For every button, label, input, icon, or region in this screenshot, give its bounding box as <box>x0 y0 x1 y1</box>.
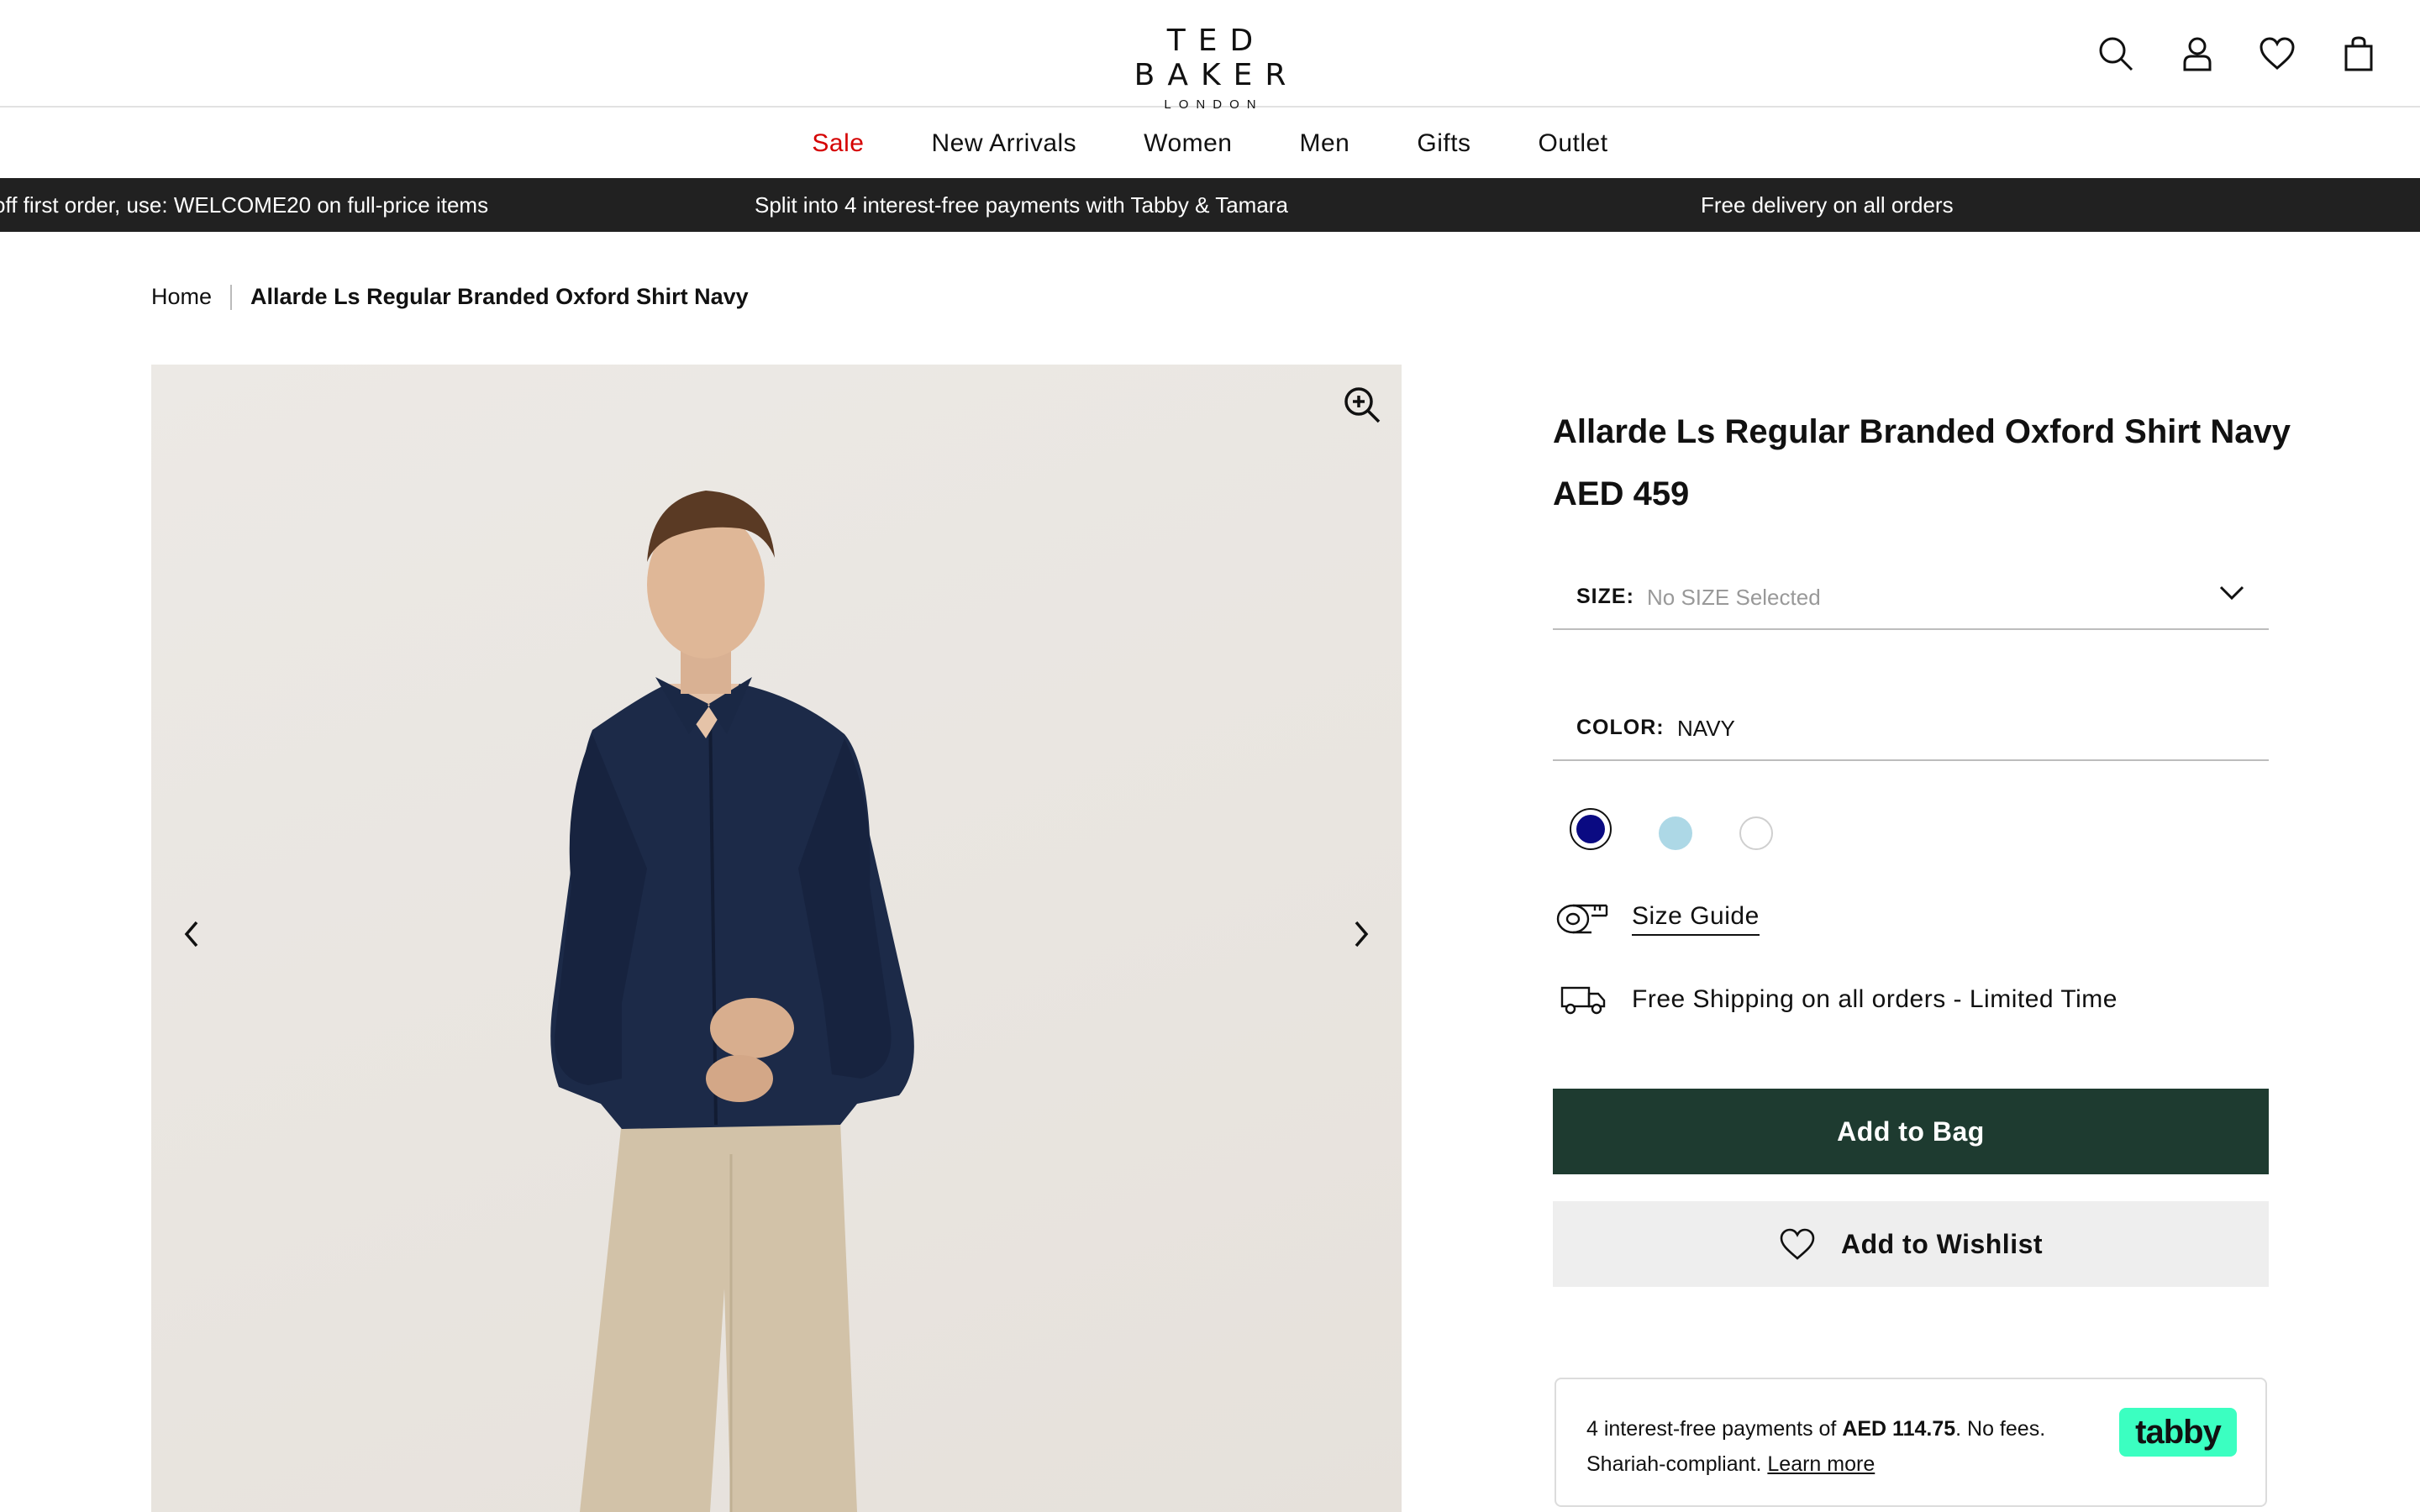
chevron-down-icon <box>2219 585 2244 601</box>
tabby-line1-pre: 4 interest-free payments of <box>1586 1417 1843 1441</box>
promo-message[interactable]: Free delivery on all orders <box>1701 192 1954 218</box>
color-value: NAVY <box>1677 716 1735 741</box>
swatch-navy[interactable] <box>1570 808 1612 850</box>
nav-item-sale[interactable]: Sale <box>812 129 864 158</box>
account-icon[interactable] <box>2177 32 2217 76</box>
shipping-text: Free Shipping on all orders - Limited Ti… <box>1632 985 2118 1013</box>
shipping-row: Free Shipping on all orders - Limited Ti… <box>1553 974 2269 1025</box>
promo-message[interactable]: Split into 4 interest-free payments with… <box>755 192 1288 218</box>
size-select[interactable]: SIZE: No SIZE Selected <box>1553 549 2269 630</box>
nav-item-gifts[interactable]: Gifts <box>1417 129 1470 158</box>
bag-icon[interactable] <box>2338 32 2379 76</box>
size-value: No SIZE Selected <box>1647 585 1821 610</box>
add-to-wishlist-button[interactable]: Add to Wishlist <box>1553 1201 2269 1287</box>
tabby-promo: 4 interest-free payments of AED 114.75. … <box>1555 1378 2267 1507</box>
wishlist-icon[interactable] <box>2257 32 2297 76</box>
zoom-in-icon[interactable] <box>1339 381 1386 428</box>
nav-item-outlet[interactable]: Outlet <box>1539 129 1608 158</box>
swatch-white[interactable] <box>1739 816 1773 850</box>
color-row: COLOR: NAVY <box>1553 680 2269 761</box>
site-header: TED BAKER LONDON <box>0 0 2420 112</box>
delivery-truck-icon <box>1553 974 1613 1025</box>
size-label: SIZE: <box>1576 585 1634 608</box>
breadcrumb: Home Allarde Ls Regular Branded Oxford S… <box>151 284 749 310</box>
promo-message[interactable]: off first order, use: WELCOME20 on full-… <box>0 192 488 218</box>
swatch-light-blue[interactable] <box>1659 816 1692 850</box>
product-price: AED 459 <box>1553 475 1690 512</box>
nav-item-women[interactable]: Women <box>1144 129 1232 158</box>
add-to-wishlist-label: Add to Wishlist <box>1840 1228 2044 1259</box>
brand-name: TED BAKER <box>1134 24 1299 92</box>
color-label: COLOR: <box>1576 716 1665 739</box>
product-photo <box>550 491 914 1512</box>
brand-logo[interactable]: TED BAKER LONDON <box>1101 24 1319 112</box>
tabby-text: 4 interest-free payments of AED 114.75. … <box>1586 1411 2045 1482</box>
breadcrumb-current: Allarde Ls Regular Branded Oxford Shirt … <box>250 284 749 309</box>
chevron-right-icon[interactable] <box>1338 911 1385 958</box>
tabby-learn-more-link[interactable]: Learn more <box>1767 1452 1875 1476</box>
main-nav: Sale New Arrivals Women Men Gifts Outlet <box>0 109 2420 178</box>
nav-item-new-arrivals[interactable]: New Arrivals <box>931 129 1076 158</box>
tabby-line1-post: . No fees. <box>1955 1417 2046 1441</box>
promo-bar: off first order, use: WELCOME20 on full-… <box>0 178 2420 232</box>
product-image-gallery[interactable] <box>151 365 1402 1512</box>
tabby-logo: tabby <box>2119 1408 2237 1457</box>
breadcrumb-divider <box>230 284 233 310</box>
swatch-navy-fill <box>1576 815 1605 843</box>
size-guide-link[interactable]: Size Guide <box>1632 902 1760 936</box>
product-title: Allarde Ls Regular Branded Oxford Shirt … <box>1553 413 2291 450</box>
tabby-line2: Shariah-compliant. <box>1586 1452 1768 1476</box>
chevron-left-icon[interactable] <box>168 911 215 958</box>
size-guide-row: Size Guide <box>1553 894 2269 944</box>
breadcrumb-home[interactable]: Home <box>151 284 212 310</box>
tabby-amount: AED 114.75 <box>1842 1417 1956 1441</box>
heart-icon <box>1780 1228 1815 1260</box>
add-to-bag-button[interactable]: Add to Bag <box>1553 1089 2269 1174</box>
tape-measure-icon <box>1553 894 1613 944</box>
search-icon[interactable] <box>2096 32 2136 76</box>
nav-item-men[interactable]: Men <box>1300 129 1350 158</box>
